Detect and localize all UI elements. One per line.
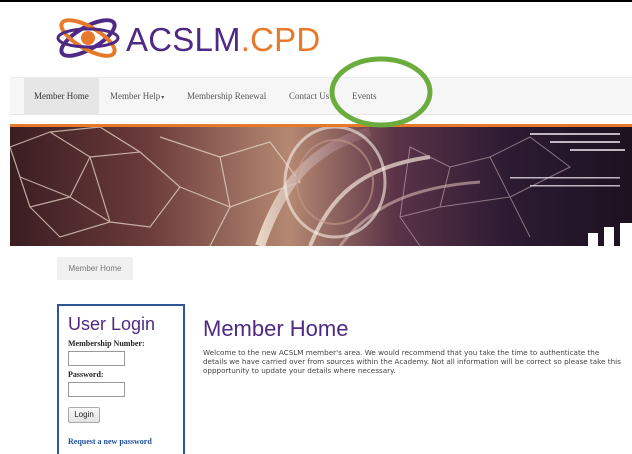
chevron-down-icon: ▾	[161, 95, 165, 101]
atom-icon	[56, 18, 120, 58]
nav-item-contact-us[interactable]: Contact Us	[289, 78, 329, 115]
user-login-panel: User Login Membership Number: Password: …	[57, 304, 185, 454]
logo-text-dot: .	[240, 21, 251, 58]
breadcrumb-current: Member Home	[68, 264, 122, 273]
login-button[interactable]: Login	[68, 407, 100, 423]
nav-item-membership-renewal[interactable]: Membership Renewal	[187, 78, 266, 115]
login-title: User Login	[68, 314, 156, 334]
nav-item-label: Membership Renewal	[187, 91, 267, 101]
logo-text-secondary: CPD	[250, 21, 321, 58]
logo-wordmark: ACSLM.CPD	[126, 20, 320, 60]
request-password-link[interactable]: Request a new password	[68, 437, 152, 446]
membership-number-input[interactable]	[68, 351, 125, 366]
nav-item-member-help[interactable]: Member Help▾	[110, 78, 164, 115]
page-title: Member Home	[203, 316, 349, 341]
password-label: Password:	[68, 370, 104, 379]
nav-item-label: Member Home	[34, 91, 89, 101]
annotation-circle	[329, 56, 433, 128]
logo-text-primary: ACSLM	[126, 21, 241, 58]
password-input[interactable]	[68, 382, 125, 397]
membership-number-label: Membership Number:	[68, 339, 145, 348]
main-navbar: Member Home Member Help▾ Membership Rene…	[10, 77, 632, 115]
top-border	[0, 0, 632, 2]
welcome-text: Welcome to the new ACSLM member's area. …	[203, 348, 621, 375]
header-banner-image	[10, 127, 632, 246]
site-logo[interactable]: ACSLM.CPD	[52, 12, 352, 64]
nav-item-member-home[interactable]: Member Home	[24, 78, 99, 115]
nav-item-label: Contact Us	[289, 91, 330, 101]
nav-item-label: Member Help	[110, 91, 161, 101]
breadcrumb: Member Home	[57, 257, 133, 280]
